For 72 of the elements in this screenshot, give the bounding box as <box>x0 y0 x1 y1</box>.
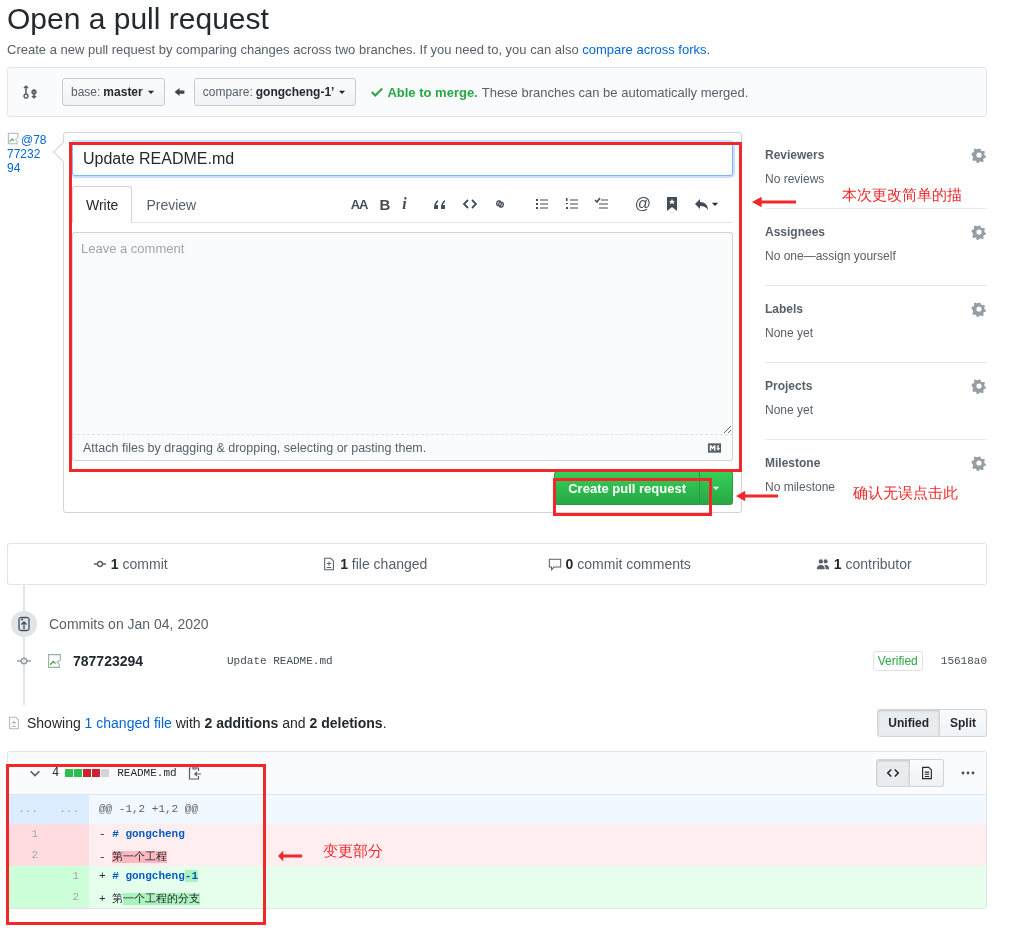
bold-button[interactable]: B <box>373 195 397 213</box>
hunk-header: @@ -1,2 +1,2 @@ <box>89 795 986 824</box>
settings-icon[interactable] <box>971 147 987 163</box>
page-description: Create a new pull request by comparing changes across two branches. If you need to, you can also compare across forks. <box>7 41 712 59</box>
settings-icon[interactable] <box>971 378 987 394</box>
sidebar-heading: Projects <box>765 379 813 393</box>
italic-button[interactable]: i <box>396 195 413 213</box>
commits-date-heading: Commits on Jan 04, 2020 <box>49 616 209 632</box>
annotation-arrow <box>752 196 796 208</box>
sidebar-heading: Assignees <box>765 225 826 239</box>
diffstat-bar <box>65 769 110 777</box>
broken-image-icon <box>7 132 21 146</box>
settings-icon[interactable] <box>971 224 987 240</box>
sidebar-value: No reviews <box>765 172 825 186</box>
file-diff-icon <box>7 715 21 731</box>
page-title: Open a pull request <box>7 1 270 37</box>
line-number: 1 <box>8 824 48 845</box>
numbered-list-icon[interactable] <box>563 196 580 212</box>
sidebar-value: No milestone <box>765 480 836 494</box>
stat-link[interactable]: 1 file changed <box>340 556 428 572</box>
sidebar-heading: Reviewers <box>765 148 825 162</box>
comment-icon <box>547 557 562 571</box>
avatar-link[interactable]: @787723294 <box>7 132 55 192</box>
attach-hint: Attach files by dragging & dropping, selecting or pasting them. <box>83 440 427 455</box>
sidebar-heading: Labels <box>765 302 803 316</box>
sidebar-value: None yet <box>765 403 814 417</box>
people-icon <box>815 557 830 571</box>
source-view-button[interactable] <box>876 759 910 787</box>
annotation-text: 本次更改简单的描 <box>842 186 962 205</box>
editor-tab[interactable]: Write <box>72 186 133 223</box>
line-number: 2 <box>8 845 48 866</box>
settings-icon[interactable] <box>971 455 987 471</box>
stat-link[interactable]: 1 contributor <box>833 556 912 572</box>
stat-link[interactable]: 1 commit <box>110 556 168 572</box>
annotation-text: 变更部分 <box>323 842 383 861</box>
diff-view-toggle[interactable]: Unified <box>877 709 940 737</box>
changed-file-link[interactable]: 1 changed file <box>84 715 172 731</box>
line-number: 2 <box>48 887 89 908</box>
change-count: 4 <box>52 766 60 780</box>
sidebar-value: No one—assign yourself <box>765 249 896 263</box>
file-diff-icon <box>322 557 337 571</box>
clipboard-icon[interactable] <box>186 765 203 781</box>
mention-button[interactable]: @ <box>628 195 657 213</box>
task-list-icon[interactable] <box>593 196 610 212</box>
base-branch-select[interactable]: base: master <box>62 78 165 106</box>
bookmark-icon[interactable] <box>664 196 680 212</box>
annotation-arrow <box>278 850 302 862</box>
compare-icon <box>22 84 38 100</box>
sidebar-heading: Milestone <box>765 456 821 470</box>
annotation-arrow <box>736 490 778 502</box>
verified-badge: Verified <box>872 651 923 671</box>
text-size-button[interactable]: AA <box>344 196 374 212</box>
broken-image-icon <box>47 652 64 670</box>
annotation-text: 确认无误点击此 <box>853 484 958 503</box>
rich-view-button[interactable] <box>910 759 944 787</box>
commit-author[interactable]: 787723294 <box>73 653 227 669</box>
compare-branch-select[interactable]: compare: gongcheng-1’ <box>193 78 357 106</box>
document-icon <box>919 765 934 781</box>
sidebar-value: None yet <box>765 326 814 340</box>
merge-message: These branches can be automatically merged. <box>481 84 749 100</box>
diff-summary: Showing 1 changed file with 2 additions and 2 deletions. <box>27 715 387 731</box>
editor-tab[interactable]: Preview <box>132 186 211 223</box>
diff-view-toggle[interactable]: Split <box>940 709 987 737</box>
commit-message[interactable]: Update README.md <box>227 655 333 667</box>
file-name: README.md <box>117 767 177 779</box>
comment-field[interactable]: Leave a comment <box>72 232 733 434</box>
commit-sha[interactable]: 15618a0 <box>940 655 987 667</box>
settings-icon[interactable] <box>971 301 987 317</box>
stat-link[interactable]: 0 commit comments <box>565 556 691 572</box>
line-number: 1 <box>48 866 89 887</box>
bullet-list-icon[interactable] <box>533 196 550 212</box>
merge-status: Able to merge. <box>387 84 478 100</box>
